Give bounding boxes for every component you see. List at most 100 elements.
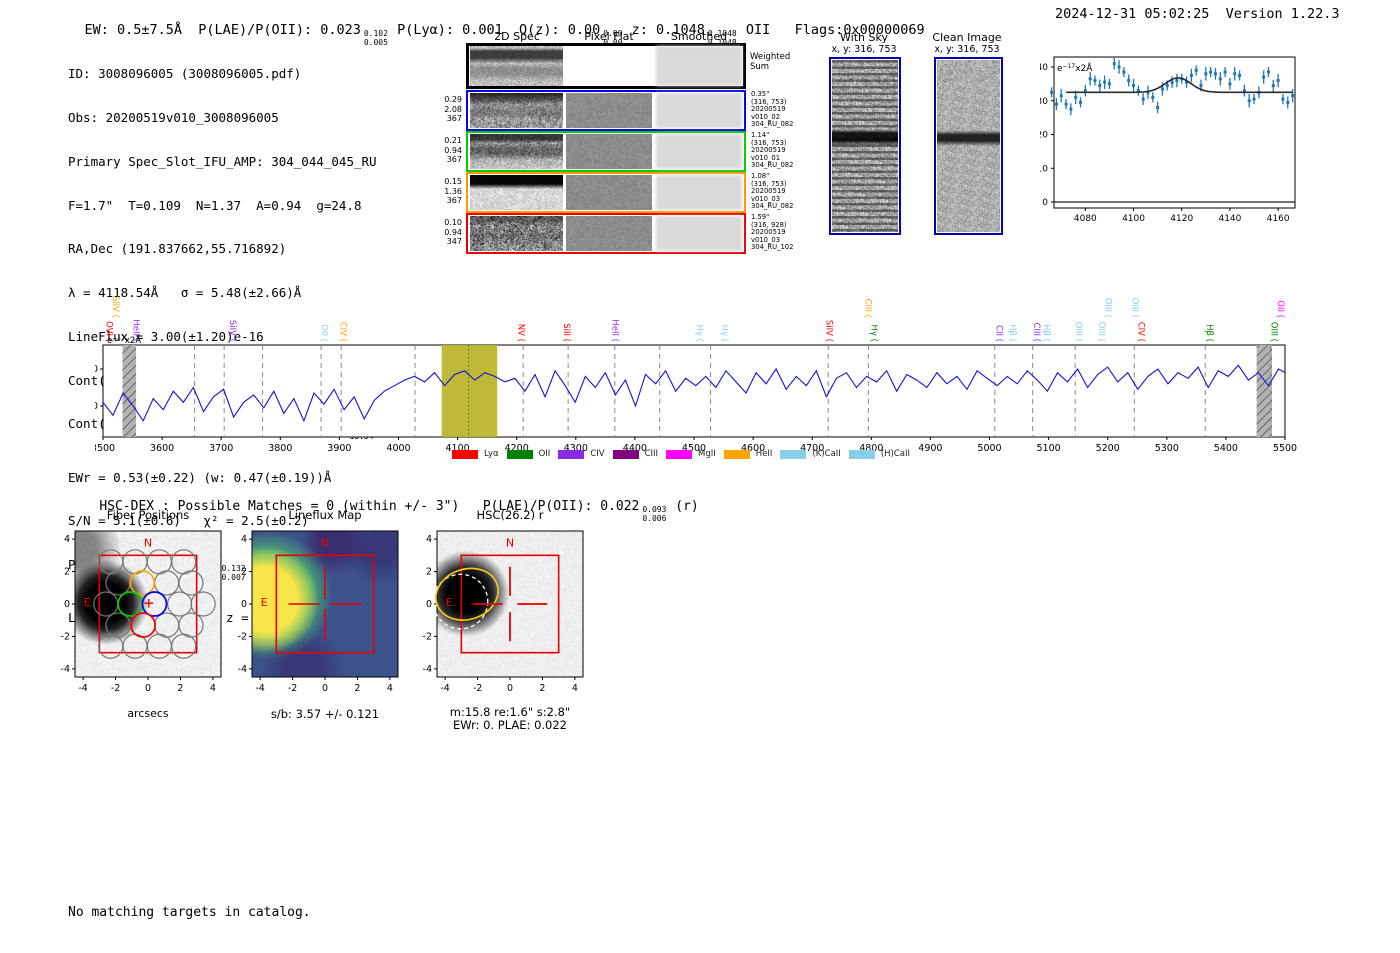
svg-text:-4: -4 [61, 664, 70, 675]
fiber-pixelflat-image [566, 175, 652, 210]
spectral-line-label: CIV ( [1135, 322, 1145, 342]
legend-label: HeII [755, 449, 773, 459]
spectral-line-label: Hγ ( [868, 325, 878, 342]
legend-item: Lyα [452, 449, 499, 459]
svg-text:5100: 5100 [1037, 443, 1061, 454]
svg-text:4160: 4160 [1267, 214, 1290, 224]
spectral-line-label: OII ( [319, 324, 329, 342]
spectral-line-label: OIII ( [1073, 322, 1083, 342]
legend-item: (K)CaII [780, 449, 841, 459]
selected-fiber-circle [129, 570, 156, 596]
spectral-line-label: CIII ( [1031, 323, 1041, 342]
spectral-line-label: OII ( [1275, 300, 1285, 318]
spectral-line-label: SiII ( [561, 323, 571, 342]
spectral-line-label: OIII ( [1096, 322, 1106, 342]
spectral-line-label: SiIV ( [823, 320, 833, 342]
hsc-dex-line: HSC-DEX : Possible Matches = 0 (within +… [99, 499, 699, 523]
clean-image-band [937, 60, 1000, 232]
spectral-line-label: SiIV ( [110, 296, 120, 318]
legend-label: CIII [644, 449, 659, 459]
svg-text:N: N [321, 536, 329, 549]
spectral-line-label: CIII ( [862, 299, 872, 318]
legend-item: CIII [612, 449, 659, 459]
svg-text:-4: -4 [440, 683, 449, 694]
fiber-2dspec-bands [470, 175, 563, 210]
fiber-smoothed-image [656, 134, 742, 169]
legend-label: Lyα [484, 449, 499, 459]
weighted-2dspec-bands [470, 46, 563, 86]
hscdex-plae-uncertainty: 0.093 0.006 [642, 505, 667, 523]
svg-text:m:15.8 re:1.6" s:2.8": m:15.8 re:1.6" s:2.8" [450, 705, 570, 719]
svg-text:E: E [446, 596, 453, 609]
fiber-row-weights: 0.29 2.08 367 [444, 95, 462, 123]
selected-fiber-circle [130, 612, 156, 638]
svg-text:5200: 5200 [1096, 443, 1120, 454]
svg-text:-2: -2 [111, 683, 120, 694]
svg-text:3600: 3600 [150, 443, 174, 454]
legend-swatch [723, 449, 750, 459]
svg-text:4100: 4100 [1122, 214, 1145, 224]
charts-layer: 0.29 2.08 367 0.35" (316, 753) 20200519 v010_0… [0, 0, 1400, 953]
legend-item: HeII [723, 449, 773, 459]
legend-item: (H)CaII [848, 449, 910, 459]
line-legend: Lyα OII CIV CIII MgII HeII (K)CaII (H)CaII [452, 449, 910, 459]
svg-text:N: N [506, 536, 514, 549]
legend-label: (H)CaII [880, 449, 910, 459]
svg-text:0: 0 [64, 599, 70, 610]
legend-item: OII [506, 449, 551, 459]
legend-label: CIV [590, 449, 605, 459]
legend-swatch [848, 449, 875, 459]
svg-text:5500: 5500 [1273, 443, 1297, 454]
legend-swatch [506, 449, 533, 459]
legend-swatch [780, 449, 807, 459]
svg-text:2: 2 [354, 683, 360, 694]
legend-item: CIV [558, 449, 605, 459]
spectral-line-label: OVI ( [104, 321, 114, 342]
svg-text:5400: 5400 [1214, 443, 1238, 454]
svg-text:3900: 3900 [327, 443, 351, 454]
svg-text:0: 0 [322, 683, 328, 694]
spectral-line-label: CIV ( [338, 322, 348, 342]
fiber-row-id: 1.59" (316, 928) 20200519 v010_03 304_RU_102 [751, 213, 794, 252]
spectral-line-label: SiIV ( [227, 320, 237, 342]
legend-label: OII [538, 449, 551, 459]
with-sky-stripes [832, 60, 898, 232]
fiber-row-id: 1.08" (316, 753) 20200519 v010_03 304_RU_082 [751, 172, 794, 211]
catalog-ellipse [435, 567, 499, 621]
svg-text:N: N [144, 536, 152, 549]
legend-item: MgII [666, 449, 716, 459]
svg-text:2: 2 [64, 567, 70, 578]
fiber-pixelflat-image [566, 216, 652, 251]
svg-text:s/b: 3.57 +/- 0.121: s/b: 3.57 +/- 0.121 [271, 707, 379, 721]
fiber-smoothed-image [656, 175, 742, 210]
svg-text:-4: -4 [255, 683, 264, 694]
legend-label: (K)CaII [812, 449, 841, 459]
spectral-line-label: Hβ ( [1204, 324, 1214, 342]
svg-text:-2: -2 [473, 683, 482, 694]
svg-text:4000: 4000 [386, 443, 410, 454]
legend-swatch [452, 449, 478, 459]
svg-text:E: E [84, 596, 91, 609]
selected-fiber-circle [141, 591, 168, 617]
legend-swatch [558, 449, 585, 459]
svg-text:10: 10 [1040, 164, 1048, 174]
fiber-smoothed-image [656, 93, 742, 128]
svg-text:20: 20 [95, 401, 98, 412]
fiber-2dspec-bands [470, 134, 563, 169]
fiber-smoothed-image [656, 216, 742, 251]
svg-text:0: 0 [1042, 198, 1048, 208]
svg-text:EWr: 0. PLAE: 0.022: EWr: 0. PLAE: 0.022 [453, 718, 567, 730]
svg-text:5000: 5000 [977, 443, 1001, 454]
svg-text:40: 40 [1040, 63, 1048, 73]
full-spectrum-plot: 3500360037003800390040004100420043004400… [95, 296, 1297, 454]
legend-swatch [666, 449, 693, 459]
svg-text:-2: -2 [423, 631, 432, 642]
svg-text:-2: -2 [61, 631, 70, 642]
svg-text:arcsecs: arcsecs [127, 707, 169, 720]
fiber-positions-panel: Fiber Positions-4 -2 0 2 4420-2-4NEarcsecs [61, 508, 222, 720]
weighted-smoothed-image [656, 46, 742, 86]
svg-text:40: 40 [95, 364, 98, 375]
spectral-line-label: HeII ( [609, 319, 619, 342]
spectral-line-label: OIII ( [1102, 298, 1112, 318]
spectral-line-label: Hβ ( [1007, 324, 1017, 342]
